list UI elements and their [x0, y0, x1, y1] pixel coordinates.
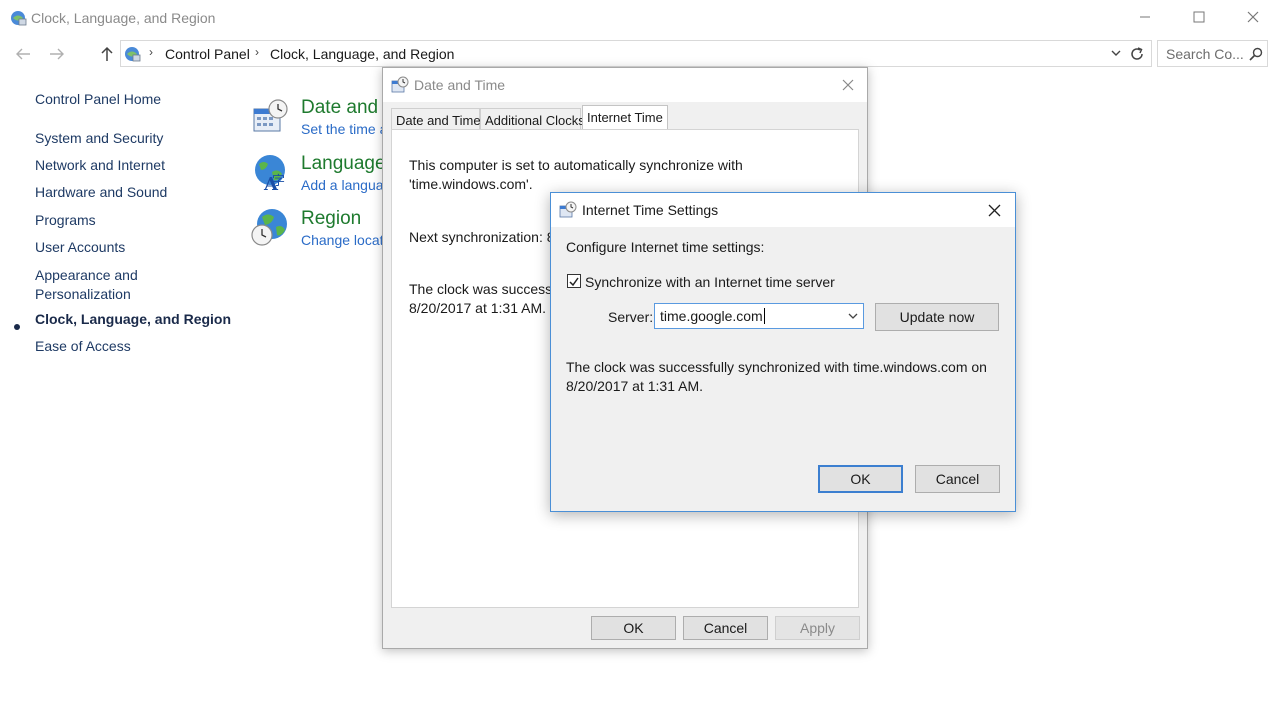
category-region-title[interactable]: Region	[301, 208, 361, 230]
dialog-title: Date and Time	[414, 77, 506, 93]
dialog-close-button[interactable]	[837, 74, 859, 96]
sidebar-item-network-internet[interactable]: Network and Internet	[35, 156, 165, 175]
server-combobox[interactable]: time.google.com	[654, 303, 864, 329]
ok-button[interactable]: OK	[818, 465, 903, 493]
dialog-title-bar: Date and Time	[383, 68, 867, 102]
address-bar[interactable]: › Control Panel › Clock, Language, and R…	[120, 40, 1152, 67]
sidebar-control-panel-home[interactable]: Control Panel Home	[35, 90, 161, 109]
maximize-icon	[1193, 11, 1205, 23]
date-time-icon	[559, 201, 577, 218]
date-time-icon	[391, 76, 409, 93]
sidebar-item-clock-language-region[interactable]: Clock, Language, and Region	[35, 310, 231, 329]
chevron-right-icon[interactable]: ›	[255, 45, 259, 59]
sync-status-line1: The clock was successfu	[409, 281, 564, 297]
close-icon	[988, 204, 1000, 216]
arrow-up-icon	[101, 46, 113, 61]
title-bar: Clock, Language, and Region	[0, 0, 1280, 36]
close-button[interactable]	[1226, 0, 1280, 34]
search-icon[interactable]	[1249, 47, 1263, 61]
sync-status-line1: The clock was successfully synchronized …	[566, 359, 987, 375]
chevron-right-icon[interactable]: ›	[149, 45, 153, 59]
internet-time-settings-dialog: Internet Time Settings Configure Interne…	[550, 192, 1016, 512]
region-icon[interactable]	[250, 207, 290, 247]
arrow-right-icon	[50, 48, 64, 60]
update-now-button[interactable]: Update now	[875, 303, 999, 331]
control-panel-icon	[125, 47, 141, 62]
back-button[interactable]	[12, 44, 34, 64]
window-title: Clock, Language, and Region	[31, 10, 216, 26]
sidebar-item-ease-of-access[interactable]: Ease of Access	[35, 337, 131, 356]
sidebar-item-hardware-sound[interactable]: Hardware and Sound	[35, 183, 167, 202]
server-value[interactable]: time.google.com	[660, 308, 765, 324]
auto-sync-text-line2: 'time.windows.com'.	[409, 176, 533, 192]
next-sync-text: Next synchronization: 8/	[409, 229, 559, 245]
config-heading: Configure Internet time settings:	[566, 239, 765, 255]
category-language-title[interactable]: Language	[301, 153, 386, 175]
auto-sync-text-line1: This computer is set to automatically sy…	[409, 157, 743, 173]
control-panel-icon	[11, 11, 27, 26]
sidebar-item-system-security[interactable]: System and Security	[35, 129, 163, 148]
search-placeholder: Search Co...	[1166, 46, 1244, 62]
sidebar-item-user-accounts[interactable]: User Accounts	[35, 238, 125, 257]
refresh-icon[interactable]	[1129, 46, 1145, 62]
sync-checkbox[interactable]	[567, 274, 581, 288]
forward-button[interactable]	[46, 44, 68, 64]
dialog-title: Internet Time Settings	[582, 202, 719, 218]
svg-text:字: 字	[272, 174, 285, 189]
server-label: Server:	[608, 309, 654, 325]
maximize-button[interactable]	[1172, 0, 1226, 34]
dialog-title-bar: Internet Time Settings	[551, 193, 1015, 227]
category-region-link[interactable]: Change locati	[301, 232, 387, 248]
search-input[interactable]: Search Co...	[1157, 40, 1268, 67]
breadcrumb-clock-language-region[interactable]: Clock, Language, and Region	[270, 46, 454, 62]
sidebar-item-personalization[interactable]: Personalization	[35, 285, 131, 304]
sidebar-item-appearance[interactable]: Appearance and	[35, 266, 138, 285]
dialog-close-button[interactable]	[983, 199, 1005, 221]
navigation-bar: › Control Panel › Clock, Language, and R…	[0, 40, 1280, 68]
sync-status-line2: 8/20/2017 at 1:31 AM.	[409, 300, 546, 316]
category-language-link[interactable]: Add a langua	[301, 177, 384, 193]
sync-status-line2: 8/20/2017 at 1:31 AM.	[566, 378, 703, 394]
breadcrumb-control-panel[interactable]: Control Panel	[165, 46, 250, 62]
ok-button[interactable]: OK	[591, 616, 676, 640]
close-icon	[842, 79, 854, 91]
category-date-time-title[interactable]: Date and T	[301, 97, 395, 119]
apply-button[interactable]: Apply	[775, 616, 860, 640]
close-icon	[1247, 11, 1259, 23]
date-time-icon[interactable]	[250, 97, 290, 137]
sync-checkbox-label[interactable]: Synchronize with an Internet time server	[585, 273, 835, 292]
cancel-button[interactable]: Cancel	[915, 465, 1000, 493]
minimize-icon	[1140, 16, 1150, 18]
language-icon[interactable]: A 字	[250, 152, 290, 192]
active-bullet	[14, 324, 20, 330]
tab-date-and-time[interactable]: Date and Time	[391, 108, 481, 130]
tab-additional-clocks[interactable]: Additional Clocks	[480, 108, 585, 130]
chevron-down-icon[interactable]	[847, 309, 859, 323]
category-date-time-link[interactable]: Set the time a	[301, 121, 387, 137]
arrow-left-icon	[16, 48, 30, 60]
chevron-down-icon[interactable]	[1111, 50, 1121, 58]
up-button[interactable]	[96, 44, 118, 64]
tab-internet-time[interactable]: Internet Time	[582, 105, 668, 131]
cancel-button[interactable]: Cancel	[683, 616, 768, 640]
checkmark-icon	[569, 277, 579, 287]
minimize-button[interactable]	[1118, 0, 1172, 34]
sidebar-item-programs[interactable]: Programs	[35, 211, 96, 230]
